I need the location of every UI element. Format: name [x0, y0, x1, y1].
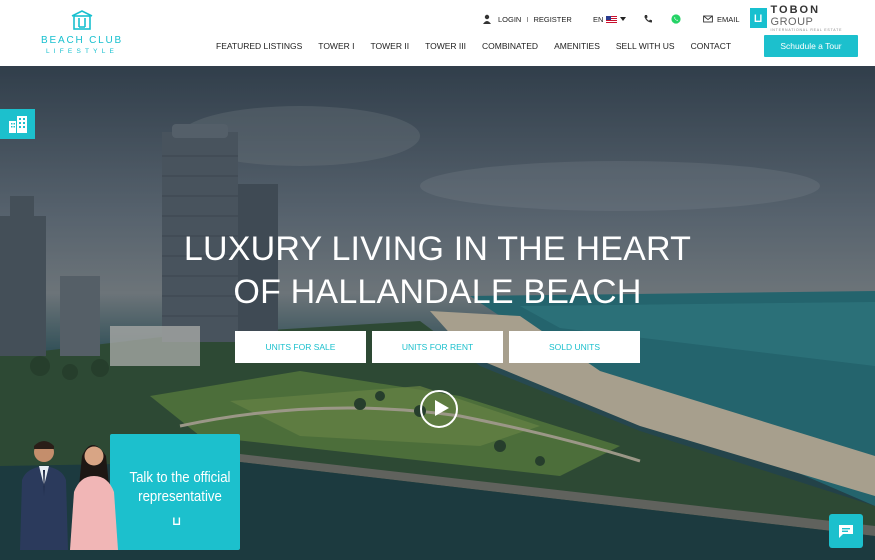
tobon-mark-icon: ⊔ [750, 8, 767, 28]
tobon-name: TOBON GROUP [771, 4, 860, 28]
whatsapp-icon [671, 14, 681, 24]
nav-combinated[interactable]: COMBINATED [482, 40, 538, 52]
representative-text: Talk to the official representative [127, 468, 233, 506]
units-for-sale-button[interactable]: UNITS FOR SALE [235, 331, 366, 363]
account-links: LOGIN I REGISTER [482, 12, 572, 26]
representatives-photo [20, 441, 118, 550]
nav-tower-2[interactable]: TOWER II [371, 40, 410, 52]
email-link[interactable]: EMAIL [703, 12, 740, 26]
flag-us-icon [606, 15, 618, 23]
representative-card[interactable]: Talk to the official representative ⊔ [110, 434, 240, 550]
hero-headline-line1: LUXURY LIVING IN THE HEART [183, 230, 692, 268]
nav-tower-3[interactable]: TOWER III [425, 40, 466, 52]
beach-club-logo[interactable]: BEACH CLUB LIFESTYLE [33, 10, 131, 60]
nav-amenities[interactable]: AMENITIES [554, 40, 600, 52]
tobon-name-bold: TOBON [770, 3, 821, 16]
hero-headline: LUXURY LIVING IN THE HEART OF HALLANDALE… [180, 228, 695, 314]
phone-button[interactable] [643, 12, 653, 26]
chat-icon [839, 525, 853, 538]
email-label: EMAIL [717, 14, 740, 24]
site-header: BEACH CLUB LIFESTYLE LOGIN I REGISTER EN… [0, 0, 875, 66]
nav-contact[interactable]: CONTACT [691, 40, 731, 52]
building-icon [9, 116, 27, 133]
language-label: EN [593, 14, 604, 24]
language-selector[interactable]: EN [593, 12, 627, 26]
representative-logo-icon: ⊔ [172, 514, 182, 528]
nav-tower-1[interactable]: TOWER I [318, 40, 354, 52]
link-separator: I [526, 14, 529, 24]
buildings-side-tab[interactable] [0, 109, 35, 139]
sold-units-button[interactable]: SOLD UNITS [509, 331, 640, 363]
representative-line2: representative [138, 488, 222, 505]
units-for-rent-button[interactable]: UNITS FOR RENT [372, 331, 503, 363]
play-video-button[interactable] [420, 390, 458, 428]
hero-headline-line2: OF HALLANDALE BEACH [233, 273, 642, 311]
login-link[interactable]: LOGIN [498, 15, 521, 24]
chevron-down-icon [620, 17, 627, 21]
user-icon [483, 14, 491, 24]
tobon-name-rest: GROUP [770, 15, 814, 28]
logo-mark-icon [71, 10, 93, 30]
whatsapp-button[interactable] [671, 12, 681, 26]
logo-subtitle: LIFESTYLE [45, 48, 119, 55]
register-link[interactable]: REGISTER [533, 15, 571, 24]
schedule-tour-button[interactable]: Schudule a Tour [764, 35, 858, 57]
phone-icon [644, 15, 652, 23]
logo-title: BEACH CLUB [41, 35, 123, 46]
tobon-group-logo[interactable]: ⊔ TOBON GROUP INTERNATIONAL REAL ESTATE [750, 4, 860, 32]
nav-featured-listings[interactable]: FEATURED LISTINGS [216, 40, 302, 52]
nav-sell-with-us[interactable]: SELL WITH US [616, 40, 675, 52]
email-icon [703, 15, 713, 23]
representative-line1: Talk to the official [129, 469, 231, 486]
tobon-tagline: INTERNATIONAL REAL ESTATE [770, 27, 843, 32]
main-nav: FEATURED LISTINGS TOWER I TOWER II TOWER… [216, 40, 747, 52]
chat-button[interactable] [829, 514, 863, 548]
